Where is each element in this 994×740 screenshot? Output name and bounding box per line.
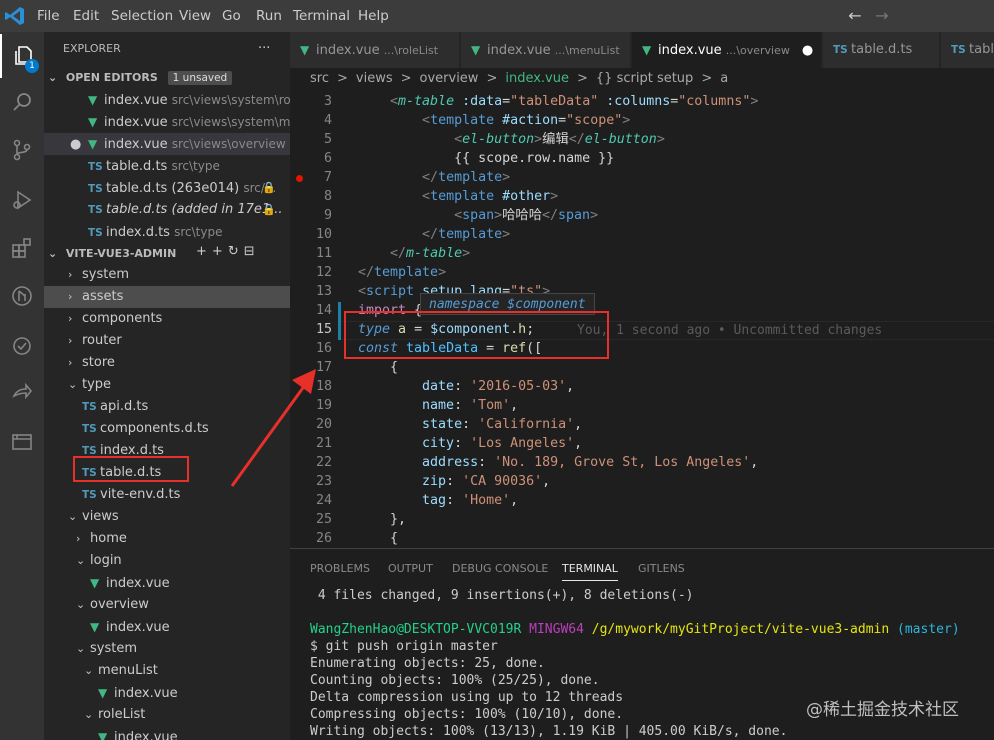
annotation-arrow (230, 369, 316, 487)
